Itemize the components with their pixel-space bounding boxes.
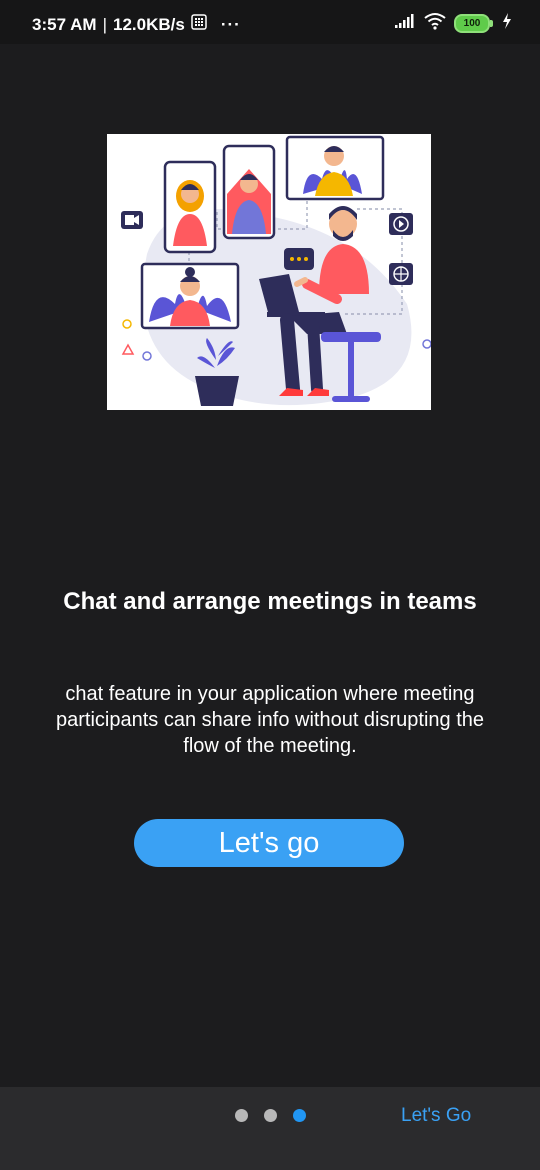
sim-icon (191, 14, 207, 35)
onboarding-title: Chat and arrange meetings in teams (63, 588, 477, 615)
page-dot-3-active[interactable] (293, 1109, 306, 1122)
wifi-icon (424, 12, 446, 35)
status-left: 3:57 AM | 12.0KB/s ··· (32, 14, 241, 35)
status-bar: 3:57 AM | 12.0KB/s ··· 100 (0, 0, 540, 44)
lets-go-link[interactable]: Let's Go (401, 1105, 471, 1127)
page-dot-1[interactable] (235, 1109, 248, 1122)
page-indicator (235, 1109, 306, 1122)
status-right: 100 (394, 12, 512, 35)
status-separator: | (102, 14, 107, 34)
page-dot-2[interactable] (264, 1109, 277, 1122)
status-time: 3:57 AM (32, 14, 97, 34)
lets-go-button[interactable]: Let's go (134, 819, 404, 867)
signal-icon (394, 13, 416, 34)
video-meeting-illustration (107, 134, 431, 410)
battery-icon: 100 (454, 14, 493, 33)
onboarding-description: chat feature in your application where m… (55, 683, 485, 757)
status-network-speed: 12.0KB/s (112, 14, 185, 34)
charging-icon (502, 13, 512, 34)
onboarding-screen: 3:57 AM | 12.0KB/s ··· 100 Chat and arra… (0, 0, 540, 1170)
bottom-pager-bar: Let's Go (0, 1087, 540, 1170)
more-notifications-icon: ··· (220, 14, 241, 34)
